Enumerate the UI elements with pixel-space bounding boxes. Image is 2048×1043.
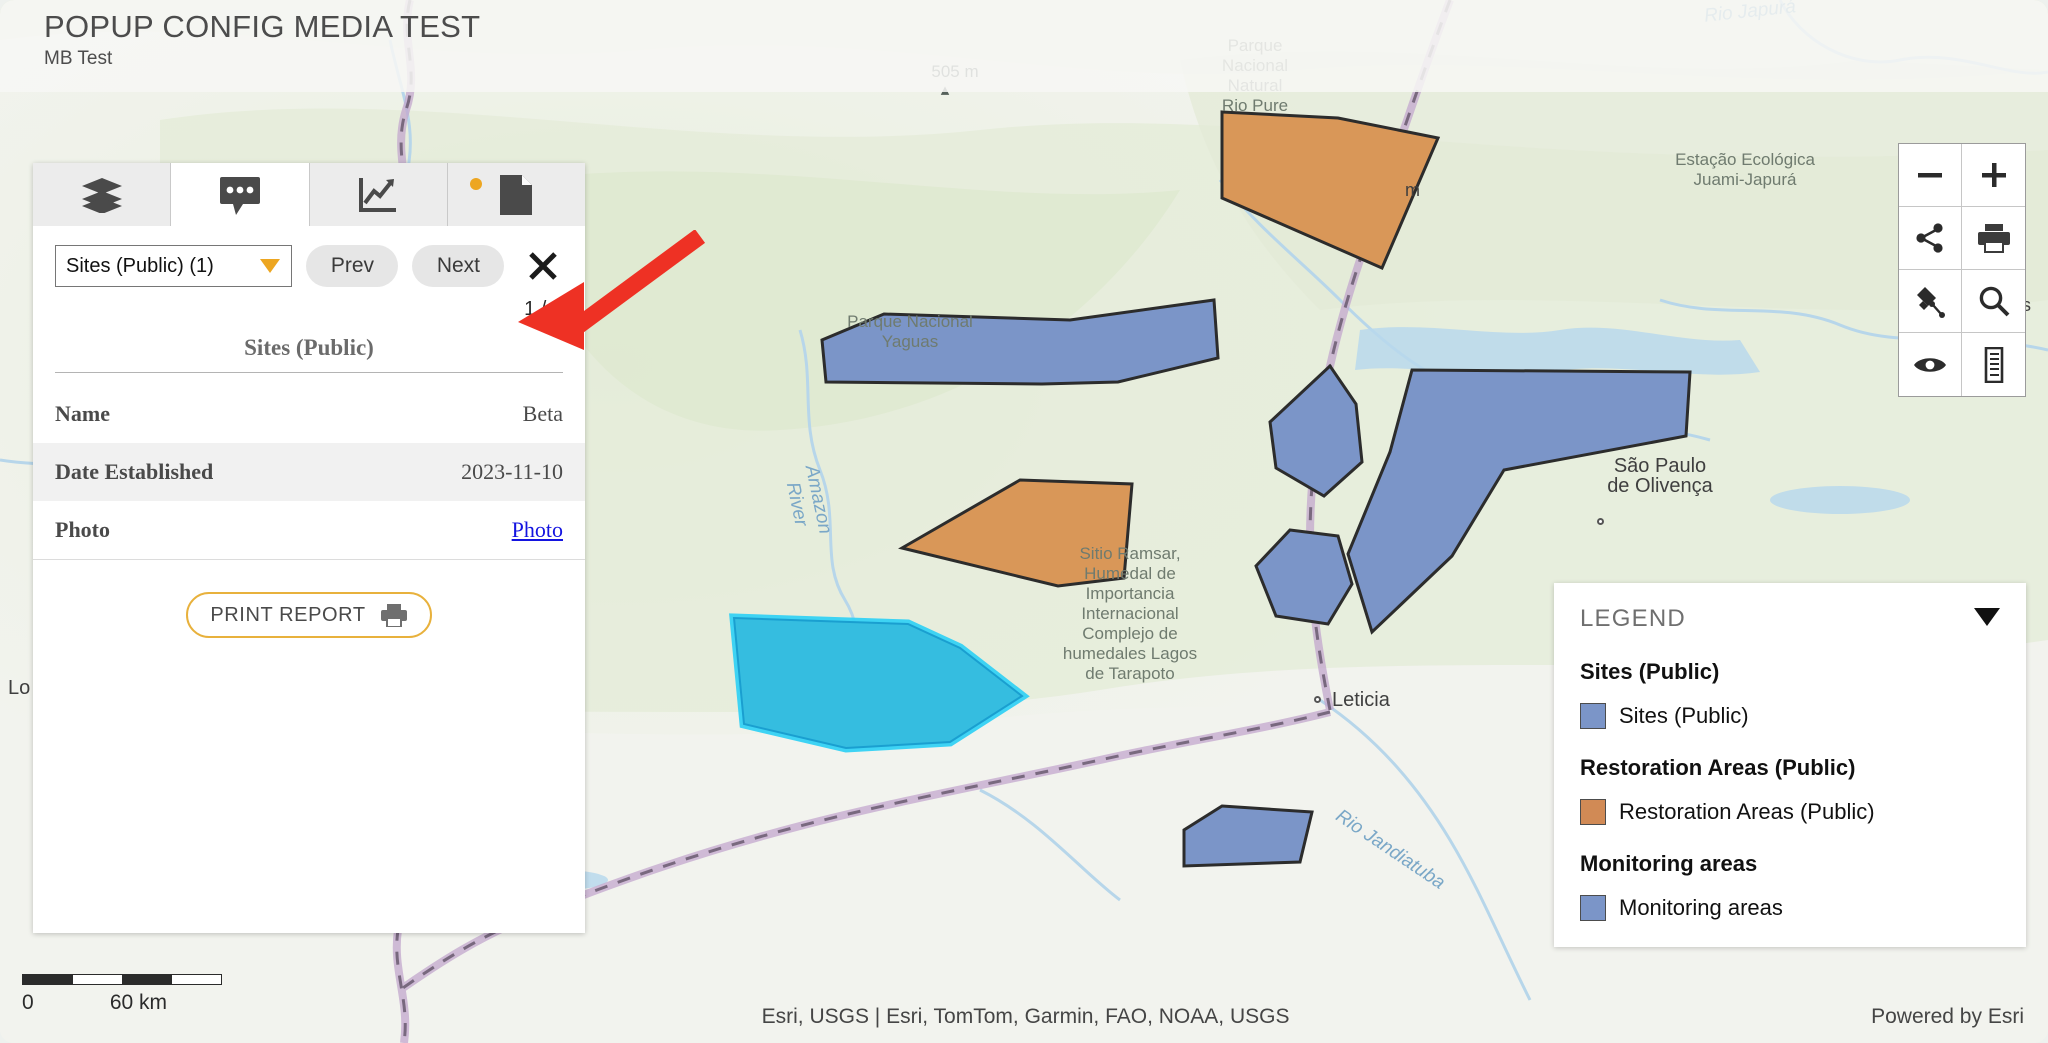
attribute-key: Name xyxy=(55,401,110,426)
eye-icon xyxy=(1914,357,1946,372)
legend-item-label: Sites (Public) xyxy=(1619,703,1749,728)
print-button[interactable] xyxy=(1962,207,2025,270)
prev-button[interactable]: Prev xyxy=(306,245,399,287)
attribute-value: Beta xyxy=(522,401,563,426)
tab-popup[interactable] xyxy=(171,163,310,226)
map-city-dot xyxy=(1314,696,1321,703)
search-button[interactable] xyxy=(1962,270,2025,333)
legend-item-label: Restoration Areas (Public) xyxy=(1619,799,1875,824)
legend-group-label: Monitoring areas xyxy=(1580,851,1758,876)
unread-badge-icon xyxy=(469,178,482,190)
popup-icon xyxy=(219,176,260,215)
panel-body: Sites (Public) (1) Prev Next 1 / 1 Sites… xyxy=(33,226,585,933)
legend-collapse-icon[interactable] xyxy=(1974,608,2000,626)
legend-item: Monitoring areas xyxy=(1580,895,2000,921)
scale-bar-labels: 0 60 km xyxy=(22,991,167,1015)
legend-group-label: Restoration Areas (Public) xyxy=(1580,755,1856,780)
popup-panel: Sites (Public) (1) Prev Next 1 / 1 Sites… xyxy=(33,163,585,933)
legend-group-label: Sites (Public) xyxy=(1580,659,1720,684)
table-row: Date Established 2023-11-10 xyxy=(33,443,585,501)
map-city-dot xyxy=(1597,518,1604,525)
legend-panel: LEGEND Sites (Public) Sites (Public) Res… xyxy=(1554,583,2026,947)
legend-item: Sites (Public) xyxy=(1580,703,2000,729)
ruler-icon xyxy=(1984,346,2003,383)
zoom-in-button[interactable] xyxy=(1962,144,2025,207)
legend-header: LEGEND xyxy=(1580,605,2000,633)
measure-button[interactable] xyxy=(1962,333,2025,396)
close-button[interactable] xyxy=(522,244,563,288)
table-row: Name Beta xyxy=(33,385,585,443)
close-icon xyxy=(528,252,557,280)
attribute-table: Name Beta Date Established 2023-11-10 Ph… xyxy=(33,385,585,560)
popup-controls: Sites (Public) (1) Prev Next xyxy=(33,226,585,288)
layer-select-value: Sites (Public) (1) xyxy=(66,254,214,277)
title-divider xyxy=(55,372,563,373)
legend-swatch xyxy=(1580,895,1606,921)
share-icon xyxy=(1916,223,1943,253)
attribute-key: Photo xyxy=(33,501,354,560)
app-root: 505 m ▴ ParqueNacionalNaturalRio Pure Es… xyxy=(0,0,2048,1043)
tab-report[interactable] xyxy=(447,163,585,226)
scale-min: 0 xyxy=(22,991,34,1014)
pencil-draw-icon xyxy=(1917,287,1945,318)
document-icon xyxy=(500,174,533,215)
plus-icon xyxy=(1981,163,2006,187)
chart-icon xyxy=(359,177,397,212)
printer-icon xyxy=(1977,224,2010,253)
tab-chart[interactable] xyxy=(309,163,448,226)
minus-icon xyxy=(1918,173,1942,178)
layers-icon xyxy=(81,177,122,213)
visibility-button[interactable] xyxy=(1899,333,1962,396)
map-tools xyxy=(1898,143,2026,397)
page-subtitle: MB Test xyxy=(44,48,113,69)
attribute-key: Date Established xyxy=(55,459,214,484)
legend-swatch xyxy=(1580,799,1606,825)
feature-title: Sites (Public) xyxy=(244,335,374,360)
attribute-value: Photo xyxy=(353,501,585,560)
scale-bar-ticks xyxy=(22,974,222,985)
table-row: Photo Photo xyxy=(33,501,585,560)
scale-max: 60 km xyxy=(109,991,167,1014)
page-title: POPUP CONFIG MEDIA TEST xyxy=(44,9,481,44)
legend-item-label: Monitoring areas xyxy=(1619,895,1783,920)
chevron-down-icon xyxy=(260,259,281,273)
legend-swatch xyxy=(1580,703,1606,729)
photo-link[interactable]: Photo xyxy=(512,517,563,542)
zoom-out-button[interactable] xyxy=(1899,144,1962,207)
legend-item: Restoration Areas (Public) xyxy=(1580,799,2000,825)
panel-tabbar xyxy=(33,163,585,226)
layer-select[interactable]: Sites (Public) (1) xyxy=(55,245,293,287)
print-report-label: PRINT REPORT xyxy=(210,603,366,626)
next-button[interactable]: Next xyxy=(412,245,505,287)
draw-button[interactable] xyxy=(1899,270,1962,333)
scale-bar: 0 60 km xyxy=(22,974,222,1015)
share-button[interactable] xyxy=(1899,207,1962,270)
legend-title: LEGEND xyxy=(1580,605,1686,632)
page-counter: 1 / 1 xyxy=(524,298,563,320)
print-report-button[interactable]: PRINT REPORT xyxy=(186,592,432,638)
app-header: POPUP CONFIG MEDIA TEST MB Test xyxy=(0,0,2048,92)
attribute-value: 2023-11-10 xyxy=(461,459,563,484)
magnifier-icon xyxy=(1979,286,2009,317)
printer-icon xyxy=(380,604,407,627)
tab-layers[interactable] xyxy=(33,163,172,226)
print-report-row: PRINT REPORT xyxy=(33,592,585,638)
